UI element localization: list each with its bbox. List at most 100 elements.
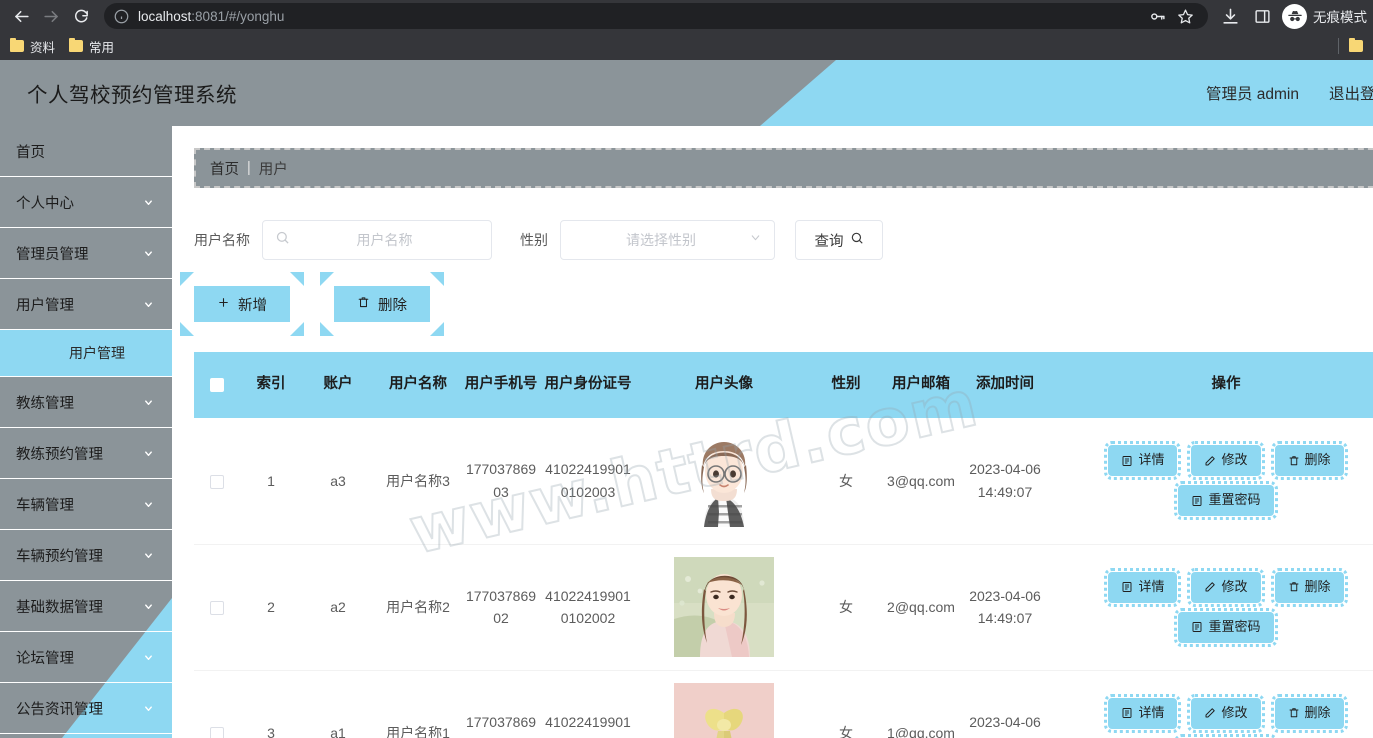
- trash-icon: [1288, 707, 1300, 719]
- edit-button[interactable]: 修改: [1187, 567, 1265, 607]
- breadcrumb-separator: |: [247, 160, 251, 176]
- search-input-wrapper[interactable]: [262, 220, 492, 260]
- sidebar-item-label: 首页: [16, 144, 45, 161]
- row-delete-button-label: 删除: [1304, 452, 1331, 468]
- delete-button-label: 删除: [378, 297, 407, 314]
- delete-button[interactable]: 删除: [320, 272, 444, 336]
- download-icon[interactable]: [1216, 2, 1244, 30]
- cell-avatar: [636, 670, 812, 738]
- folder-icon[interactable]: [1349, 38, 1363, 52]
- plus-icon: [217, 296, 230, 313]
- sidebar-subitem-user-management[interactable]: 用户管理: [0, 330, 172, 377]
- row-operations: 详情 修改 删除: [1051, 441, 1373, 521]
- cell-idcard: 410224199010102003: [540, 418, 636, 545]
- row-delete-button[interactable]: 删除: [1270, 567, 1348, 607]
- select-all-checkbox[interactable]: [210, 377, 224, 392]
- side-panel-icon[interactable]: [1248, 2, 1276, 30]
- row-delete-button[interactable]: 删除: [1270, 441, 1348, 481]
- bookmark-label: 常用: [89, 40, 115, 55]
- sidebar-item-admin-management[interactable]: 管理员管理: [0, 228, 172, 279]
- chevron-down-icon: [142, 549, 154, 561]
- site-info-icon[interactable]: [114, 9, 129, 24]
- cell-created: 2023-04-06 14:49:07: [962, 544, 1048, 671]
- select-all-header[interactable]: [194, 352, 240, 418]
- detail-button[interactable]: 详情: [1104, 441, 1182, 481]
- sidebar-item-user-management[interactable]: 用户管理: [0, 279, 172, 330]
- gender-select[interactable]: 请选择性别: [560, 220, 775, 260]
- avatar[interactable]: [674, 430, 774, 531]
- row-select-cell[interactable]: [194, 418, 240, 545]
- edit-button[interactable]: 修改: [1187, 441, 1265, 481]
- folder-icon: [10, 38, 24, 52]
- breadcrumb-home[interactable]: 首页: [210, 158, 239, 179]
- cell-email: 3@qq.com: [880, 418, 962, 545]
- column-header-avatar: 用户头像: [636, 352, 812, 418]
- cell-idcard: 410224199010102001: [540, 670, 636, 738]
- row-checkbox[interactable]: [210, 601, 224, 616]
- sidebar-item-coach-management[interactable]: 教练管理: [0, 377, 172, 428]
- column-header-operations: 操作: [1048, 352, 1373, 418]
- avatar[interactable]: [674, 683, 774, 738]
- sidebar-item-basic-data-management[interactable]: 基础数据管理: [0, 581, 172, 632]
- document-icon: [1121, 581, 1133, 593]
- star-icon[interactable]: [1172, 8, 1198, 25]
- key-icon[interactable]: [1144, 8, 1170, 25]
- back-arrow-icon[interactable]: [6, 2, 36, 30]
- cell-operations: 详情 修改 删除: [1048, 418, 1373, 545]
- browser-toolbar-right: 无痕模式: [1216, 2, 1367, 30]
- row-delete-button-label: 删除: [1304, 704, 1331, 720]
- chevron-down-icon: [142, 447, 154, 459]
- sidebar-item-home[interactable]: 首页: [0, 126, 172, 177]
- forward-arrow-icon[interactable]: [36, 2, 66, 30]
- reset-password-button-label: 重置密码: [1208, 618, 1261, 634]
- sidebar-subitem-label: 用户管理: [69, 345, 125, 361]
- detail-button-label: 详情: [1138, 704, 1165, 720]
- row-select-cell[interactable]: [194, 544, 240, 671]
- application-root: 个人驾校预约管理系统 管理员 admin 退出登录 首页 个人中心 管理员管理 …: [0, 60, 1373, 738]
- username-filter-label: 用户名称: [194, 232, 250, 248]
- row-select-cell[interactable]: [194, 670, 240, 738]
- search-input[interactable]: [290, 231, 479, 249]
- reset-password-button[interactable]: 重置密码: [1174, 607, 1278, 647]
- cell-operations: 详情 修改 删除: [1048, 544, 1373, 671]
- edit-button[interactable]: 修改: [1187, 693, 1265, 733]
- detail-button-label: 详情: [1138, 452, 1165, 468]
- column-header-created: 添加时间: [962, 352, 1048, 418]
- cell-gender: 女: [812, 544, 880, 671]
- sidebar-item-vehicle-management[interactable]: 车辆管理: [0, 479, 172, 530]
- sidebar-item-announcement-management[interactable]: 公告资讯管理: [0, 683, 172, 734]
- sidebar-item-label: 个人中心: [16, 195, 74, 212]
- detail-button[interactable]: 详情: [1104, 567, 1182, 607]
- bookmark-item-ziliao[interactable]: 资料: [10, 37, 55, 56]
- folder-icon: [69, 38, 84, 52]
- sidebar-item-personal-center[interactable]: 个人中心: [0, 177, 172, 228]
- cell-username: 用户名称1: [374, 670, 462, 738]
- document-icon: [1191, 621, 1203, 633]
- column-header-idcard: 用户身份证号: [540, 352, 636, 418]
- column-header-phone: 用户手机号: [462, 352, 540, 418]
- row-checkbox[interactable]: [210, 474, 224, 489]
- sidebar-item-forum-management[interactable]: 论坛管理: [0, 632, 172, 683]
- address-bar[interactable]: localhost:8081/#/yonghu: [104, 3, 1208, 29]
- row-checkbox[interactable]: [210, 727, 224, 738]
- gender-select-placeholder: 请选择性别: [626, 232, 696, 248]
- row-delete-button-label: 删除: [1304, 578, 1331, 594]
- reload-icon[interactable]: [66, 2, 96, 30]
- sidebar-item-label: 教练管理: [16, 395, 74, 412]
- sidebar-item-vehicle-booking-management[interactable]: 车辆预约管理: [0, 530, 172, 581]
- gender-filter-label: 性别: [520, 232, 548, 248]
- sidebar-item-coach-booking-management[interactable]: 教练预约管理: [0, 428, 172, 479]
- table-header-row: 索引 账户 用户名称 用户手机号 用户身份证号 用户头像 性别 用户邮箱 添加时…: [194, 352, 1373, 418]
- cell-index: 1: [240, 418, 302, 545]
- add-button[interactable]: 新增: [180, 272, 304, 336]
- cell-operations: 详情 修改 删除: [1048, 670, 1373, 738]
- query-button[interactable]: 查询: [795, 220, 883, 260]
- bookmark-item-changyong[interactable]: 常用: [69, 37, 114, 56]
- sidebar-item-label: 管理员管理: [16, 246, 89, 263]
- logout-button[interactable]: 退出登录: [1329, 82, 1373, 104]
- detail-button[interactable]: 详情: [1104, 693, 1182, 733]
- incognito-indicator[interactable]: 无痕模式: [1282, 3, 1367, 29]
- avatar[interactable]: [674, 557, 774, 657]
- reset-password-button[interactable]: 重置密码: [1174, 481, 1278, 521]
- row-delete-button[interactable]: 删除: [1270, 693, 1348, 733]
